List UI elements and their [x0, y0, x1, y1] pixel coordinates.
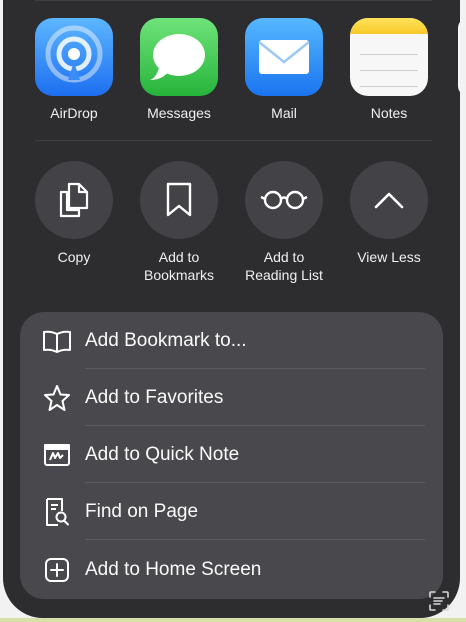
notes-icon: [350, 18, 428, 96]
menu-item-label: Add Bookmark to...: [85, 329, 247, 351]
app-label: Messages: [147, 105, 211, 121]
menu-item-label: Add to Home Screen: [85, 558, 262, 580]
add-square-icon: [42, 555, 72, 585]
apps-divider: [35, 140, 432, 141]
live-text-icon[interactable]: [428, 590, 450, 612]
find-on-page-icon: [42, 497, 72, 527]
glasses-icon: [245, 161, 323, 239]
messages-icon: [140, 18, 218, 96]
action-add-to-bookmarks[interactable]: Add to Bookmarks: [129, 161, 229, 284]
action-label: Add to Bookmarks: [143, 249, 215, 283]
share-sheet: AirDrop Messages Mail Notes Copy Add to …: [3, 0, 460, 618]
star-icon: [42, 383, 72, 413]
action-copy[interactable]: Copy: [24, 161, 124, 266]
menu-item-find-on-page[interactable]: Find on Page: [20, 483, 443, 540]
app-label: AirDrop: [50, 105, 98, 121]
action-view-less[interactable]: View Less: [339, 161, 439, 266]
actions-menu: Add Bookmark to... Add to Favorites Add …: [20, 312, 443, 599]
action-add-to-reading-list[interactable]: Add to Reading List: [234, 161, 334, 284]
quick-note-icon: [42, 440, 72, 470]
top-divider: [35, 0, 432, 1]
app-partial-icon[interactable]: [458, 18, 460, 96]
action-label: Add to Reading List: [245, 249, 323, 283]
action-label: Copy: [57, 249, 91, 265]
app-airdrop[interactable]: AirDrop: [34, 18, 114, 121]
bookmark-icon: [140, 161, 218, 239]
mail-icon: [245, 18, 323, 96]
menu-item-add-to-favorites[interactable]: Add to Favorites: [20, 369, 443, 426]
app-mail[interactable]: Mail: [244, 18, 324, 121]
app-label: Mail: [271, 105, 297, 121]
menu-item-add-bookmark-to[interactable]: Add Bookmark to...: [20, 312, 443, 369]
menu-item-label: Add to Favorites: [85, 386, 224, 408]
app-label: Notes: [370, 105, 408, 121]
menu-item-label: Find on Page: [85, 500, 199, 522]
menu-item-add-to-home-screen[interactable]: Add to Home Screen: [20, 541, 443, 598]
copy-icon: [35, 161, 113, 239]
menu-item-label: Add to Quick Note: [85, 443, 240, 465]
app-messages[interactable]: Messages: [139, 18, 219, 121]
book-icon: [42, 326, 72, 356]
airdrop-icon: [35, 18, 113, 96]
action-label: View Less: [357, 249, 421, 265]
chevron-up-icon: [350, 161, 428, 239]
app-notes[interactable]: Notes: [349, 18, 429, 121]
menu-item-add-to-quick-note[interactable]: Add to Quick Note: [20, 426, 443, 483]
bottom-edge: [0, 618, 466, 622]
